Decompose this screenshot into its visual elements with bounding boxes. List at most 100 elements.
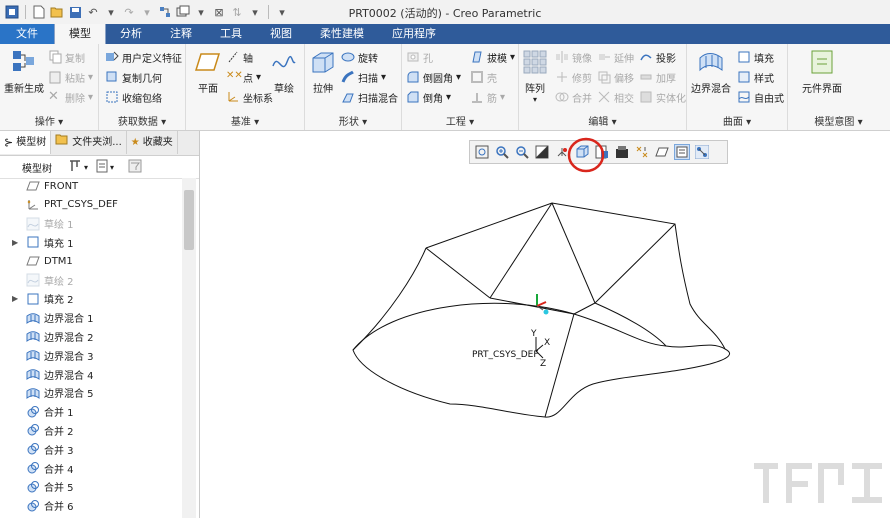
tree-item[interactable]: 合并 1 — [0, 403, 181, 421]
offset-button[interactable]: 偏移 — [597, 68, 634, 86]
round-button[interactable]: 倒圆角 ▾ — [406, 68, 461, 86]
tree-item[interactable]: 边界混合 2 — [0, 327, 181, 345]
display-style-icon[interactable] — [614, 144, 630, 160]
tree-settings-icon[interactable] — [68, 159, 82, 176]
axis-button[interactable]: 轴 — [226, 48, 253, 66]
axis-x-label: X — [544, 338, 550, 348]
intersect-button[interactable]: 相交 — [597, 88, 634, 106]
tab-favorites-label: 收藏夹 — [142, 137, 173, 148]
shrinkwrap-button[interactable]: 收缩包络 — [105, 88, 162, 106]
tree-scrollbar[interactable] — [182, 178, 196, 518]
merge-icon — [26, 442, 40, 456]
tab-favorites[interactable]: ★ 收藏夹 — [127, 131, 178, 154]
revolve-button[interactable]: 旋转 — [341, 48, 378, 66]
tree-item[interactable]: 草绘 1 — [0, 215, 181, 233]
copy-button[interactable]: 复制 — [48, 48, 85, 66]
style-button[interactable]: 样式 — [737, 68, 774, 86]
expand-arrow-icon[interactable]: ▶ — [12, 294, 22, 303]
model-display-icon[interactable] — [674, 144, 690, 160]
thicken-button[interactable]: 加厚 — [639, 68, 676, 86]
hole-icon — [406, 50, 420, 64]
repaint-icon[interactable] — [534, 144, 550, 160]
extend-button[interactable]: 延伸 — [597, 48, 634, 66]
boundary-blend-icon — [26, 329, 40, 343]
tree-item[interactable]: 边界混合 1 — [0, 309, 181, 327]
solidify-button[interactable]: 实体化 — [639, 88, 686, 106]
group-label-get-data: 获取数据 ▾ — [117, 117, 167, 128]
tab-view[interactable]: 视图 — [256, 24, 306, 44]
delete-button[interactable]: ✕ 删除 ▾ — [48, 88, 93, 106]
boundary-blend-label: 边界混合 — [691, 84, 731, 95]
draft-button[interactable]: 拔模 ▾ — [470, 48, 515, 66]
tab-file[interactable]: 文件 — [0, 24, 54, 44]
refit-icon[interactable] — [474, 144, 490, 160]
tree-item[interactable]: 草绘 2 — [0, 271, 181, 289]
udf-button[interactable]: 用户定义特征 — [105, 48, 182, 66]
tab-tools[interactable]: 工具 — [206, 24, 256, 44]
tab-applications[interactable]: 应用程序 — [378, 24, 450, 44]
axis-y-label: Y — [530, 329, 537, 339]
chamfer-button[interactable]: 倒角 ▾ — [406, 88, 451, 106]
merge-button[interactable]: 合并 — [555, 88, 592, 106]
annotation-display-icon[interactable] — [654, 144, 670, 160]
tree-item[interactable]: 边界混合 5 — [0, 384, 181, 402]
hole-label: 孔 — [423, 53, 433, 65]
chevron-down-icon[interactable]: ▾ — [110, 163, 114, 172]
tree-item[interactable]: ▶ 填充 1 — [0, 233, 181, 251]
point-button[interactable]: ✕✕ 点 ▾ — [226, 68, 261, 86]
tree-item[interactable]: FRONT — [0, 178, 181, 195]
tree-filter-icon[interactable] — [128, 159, 142, 176]
swept-blend-button[interactable]: 扫描混合 — [341, 88, 398, 106]
tree-item[interactable]: 合并 3 — [0, 440, 181, 458]
pattern-label: 阵列 — [525, 84, 545, 95]
tree-item[interactable]: 合并 5 — [0, 478, 181, 496]
pattern-button[interactable]: 阵列 ▾ — [513, 48, 557, 104]
fill-button[interactable]: 填充 — [737, 48, 774, 66]
tab-model-tree[interactable]: ⊱ 模型树 — [0, 131, 52, 154]
zoom-in-icon[interactable] — [494, 144, 510, 160]
paste-button[interactable]: 粘贴 ▾ — [48, 68, 93, 86]
title-bar: ↶ ▾ ↷ ▾ ▾ ⊠ ⇅ ▾ ▾ PRT0002 (活动的) - Creo P… — [0, 0, 890, 25]
fill-icon — [26, 292, 40, 306]
sketch-button[interactable]: 草绘 — [266, 48, 302, 95]
boundary-blend-button[interactable]: 边界混合 — [689, 48, 733, 95]
tab-annotate[interactable]: 注释 — [156, 24, 206, 44]
tree-item[interactable]: 边界混合 3 — [0, 346, 181, 364]
component-interface-button[interactable]: 元件界面 — [794, 48, 850, 95]
mirror-button[interactable]: 镜像 — [555, 48, 592, 66]
regenerate-button[interactable]: 重新生成 — [2, 48, 46, 95]
copy-label: 复制 — [65, 53, 85, 65]
tree-item[interactable]: 合并 4 — [0, 459, 181, 477]
zoom-out-icon[interactable] — [514, 144, 530, 160]
spin-icon[interactable] — [694, 144, 710, 160]
tab-flexible-modeling[interactable]: 柔性建模 — [306, 24, 378, 44]
model-tree-toolbar: 模型树 ▾ ▾ — [0, 156, 199, 179]
rib-button[interactable]: 筋 ▾ — [470, 88, 505, 106]
hole-button[interactable]: 孔 — [406, 48, 433, 66]
tab-model[interactable]: 模型 — [54, 24, 106, 44]
chevron-down-icon[interactable]: ▾ — [84, 163, 88, 172]
freestyle-button[interactable]: 自由式 — [737, 88, 784, 106]
surface-wireframe — [352, 202, 730, 418]
scrollbar-thumb[interactable] — [184, 190, 194, 250]
trim-button[interactable]: 修剪 — [555, 68, 592, 86]
shell-button[interactable]: 壳 — [470, 68, 497, 86]
group-label-surfaces: 曲面 ▾ — [722, 117, 752, 128]
tree-item[interactable]: 边界混合 4 — [0, 365, 181, 383]
tree-item[interactable]: PRT_CSYS_DEF — [0, 196, 181, 214]
expand-arrow-icon[interactable]: ▶ — [12, 238, 22, 247]
tab-folder-browser[interactable]: 文件夹浏... — [51, 131, 127, 154]
copy-geometry-button[interactable]: 复制几何 — [105, 68, 162, 86]
tree-item[interactable]: 合并 2 — [0, 421, 181, 439]
tab-analysis[interactable]: 分析 — [106, 24, 156, 44]
group-get-data: 用户定义特征 复制几何 收缩包络 获取数据 ▾ — [99, 44, 186, 130]
project-button[interactable]: 投影 — [639, 48, 676, 66]
sweep-button[interactable]: 扫描 ▾ — [341, 68, 386, 86]
tree-item[interactable]: ▶ 填充 2 — [0, 290, 181, 308]
tree-columns-icon[interactable] — [96, 159, 108, 176]
tree-item[interactable]: 合并 6 — [0, 497, 181, 515]
tree-item[interactable]: DTM1 — [0, 252, 181, 270]
plane-button[interactable]: 平面 — [186, 48, 230, 95]
extrude-button[interactable]: 拉伸 — [301, 48, 345, 95]
datum-display-icon[interactable] — [634, 144, 650, 160]
